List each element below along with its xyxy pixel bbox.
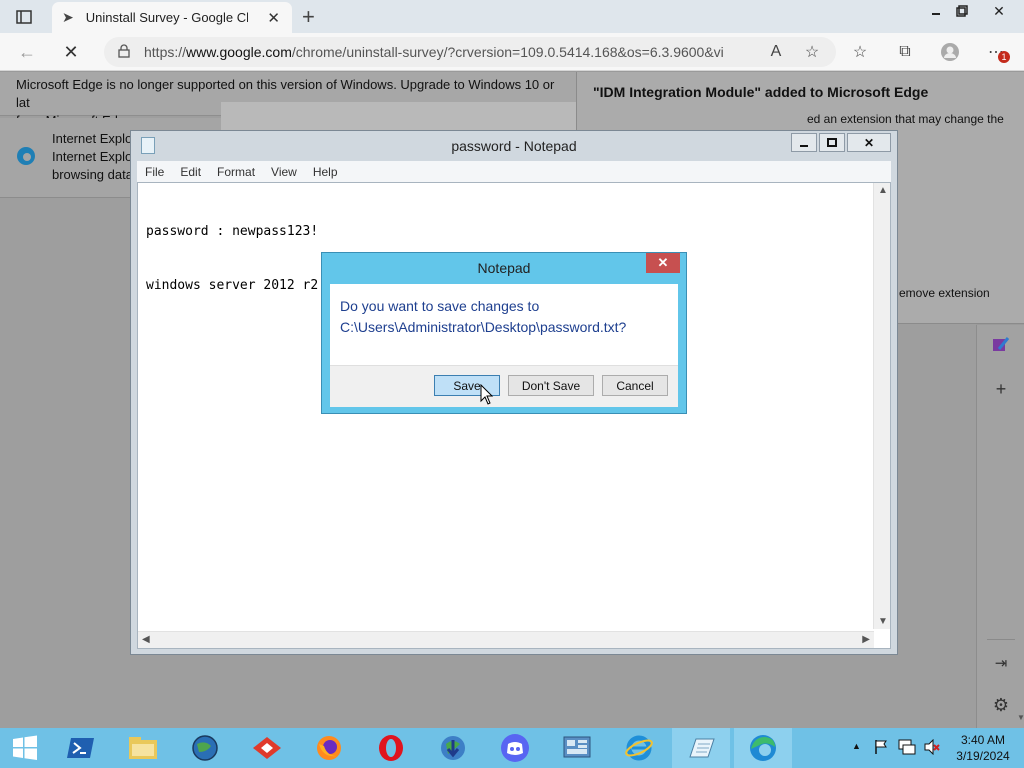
tab-close-icon[interactable]: ✕ [267,9,280,27]
lock-icon [118,43,130,61]
dialog-message-line2: C:\Users\Administrator\Desktop\password.… [340,319,627,335]
scroll-right-arrow-icon[interactable]: ▶ [862,634,870,645]
scroll-down-icon[interactable]: ▼ [1017,713,1024,722]
dialog-message-line1: Do you want to save changes to [340,298,540,314]
horizontal-scrollbar[interactable]: ◀ ▶ [138,631,874,648]
dialog-footer: Save Don't Save Cancel [330,365,678,407]
taskbar-clock[interactable]: 3:40 AM 3/19/2024 [954,732,1012,764]
notepad-minimize-button[interactable] [791,133,817,152]
dialog-close-button[interactable]: ✕ [646,253,680,273]
server-manager-icon[interactable] [548,728,606,768]
ie-text-line3: browsing data [52,167,133,182]
clock-date: 3/19/2024 [956,749,1010,763]
microsoft-edge-taskbar-icon[interactable] [734,728,792,768]
edge-sidebar: + ⇥ ⚙ ▼ [976,325,1024,728]
collections-icon[interactable]: ⧉ [893,40,917,64]
tab-actions-icon[interactable] [8,5,40,29]
start-button-windows-icon[interactable] [0,728,50,768]
notepad-titlebar[interactable]: password - Notepad ✕ [131,131,897,161]
vertical-scrollbar[interactable]: ▲ ▼ [873,183,890,629]
add-sidebar-app-icon[interactable]: + [989,377,1013,401]
notepad-close-button[interactable]: ✕ [847,133,891,152]
dont-save-button[interactable]: Don't Save [508,375,594,396]
url-text: https://www.google.com/chrome/uninstall-… [144,44,724,60]
extension-popup-title: "IDM Integration Module" added to Micros… [593,84,929,100]
clock-time: 3:40 AM [960,733,1006,747]
designer-icon[interactable] [989,333,1013,357]
action-center-flag-icon[interactable] [874,739,888,758]
discord-icon[interactable] [486,728,544,768]
scroll-left-arrow-icon[interactable]: ◀ [142,634,150,645]
cancel-button[interactable]: Cancel [602,375,668,396]
firefox-icon[interactable] [300,728,358,768]
tab-favicon-icon: ➤ [62,9,74,25]
save-changes-dialog: Notepad ✕ Do you want to save changes to… [321,252,687,414]
anydesk-icon[interactable] [238,728,296,768]
text-line-1: password : newpass123! [146,224,319,239]
ie-text-line1: Internet Explo [52,131,133,146]
browser-restore-button[interactable] [944,0,980,22]
mouse-cursor-icon [480,383,494,409]
favorites-icon[interactable]: ☆ [848,40,872,64]
browser-close-button[interactable]: ✕ [976,0,1022,22]
show-hidden-icons-icon[interactable]: ▲ [852,741,861,751]
notification-badge: 1 [998,51,1010,63]
back-button[interactable]: ← [14,40,40,64]
read-aloud-icon[interactable]: A [764,40,788,64]
remove-extension-button[interactable]: emove extension [899,286,990,300]
system-tray: ▲ 3:40 AM 3/19/2024 [852,728,1024,768]
dialog-title: Notepad [477,260,531,276]
volume-muted-icon[interactable] [924,738,940,758]
scroll-up-arrow-icon[interactable]: ▲ [878,185,888,196]
taskbar: ▲ 3:40 AM 3/19/2024 [0,728,1024,768]
opera-icon[interactable] [362,728,420,768]
profile-avatar-icon[interactable] [938,40,962,64]
address-bar[interactable]: https://www.google.com/chrome/uninstall-… [104,37,836,67]
text-line-2: windows server 2012 r2 ok [146,278,342,293]
scroll-down-arrow-icon[interactable]: ▼ [878,616,888,627]
ie-text-line2: Internet Explo [52,149,133,164]
notepad-title: password - Notepad [451,138,577,154]
menu-format[interactable]: Format [217,165,255,179]
tab-uninstall-survey[interactable]: ➤ Uninstall Survey - Google Chro ✕ [52,2,292,33]
browser-tab-strip: ➤ Uninstall Survey - Google Chro ✕ + ✕ [0,0,1024,33]
menu-file[interactable]: File [145,165,164,179]
internet-download-manager-icon[interactable] [424,728,482,768]
tab-title: Uninstall Survey - Google Chro [85,10,248,25]
new-tab-icon[interactable]: + [302,4,315,30]
extension-popup-description: ed an extension that may change the [807,112,1004,126]
add-favorite-icon[interactable]: ☆ [800,40,824,64]
dialog-message: Do you want to save changes to C:\Users\… [340,296,670,338]
dialog-body: Do you want to save changes to C:\Users\… [330,284,678,407]
stop-loading-button[interactable]: ✕ [58,40,84,64]
internet-explorer-icon[interactable] [610,728,668,768]
notepad-maximize-button[interactable] [819,133,845,152]
notepad-menubar: File Edit Format View Help [137,161,891,182]
menu-edit[interactable]: Edit [180,165,201,179]
menu-view[interactable]: View [271,165,297,179]
browser-toolbar: ← ✕ https://www.google.com/chrome/uninst… [0,33,1024,71]
edge-logo-icon [16,146,36,169]
sidebar-settings-icon[interactable]: ⚙ [989,693,1013,717]
notepad-taskbar-icon[interactable] [672,728,730,768]
network-globe-icon[interactable] [176,728,234,768]
file-explorer-icon[interactable] [114,728,172,768]
hide-sidebar-icon[interactable]: ⇥ [989,651,1013,675]
network-status-icon[interactable] [898,739,916,758]
menu-help[interactable]: Help [313,165,338,179]
powershell-icon[interactable] [52,728,110,768]
